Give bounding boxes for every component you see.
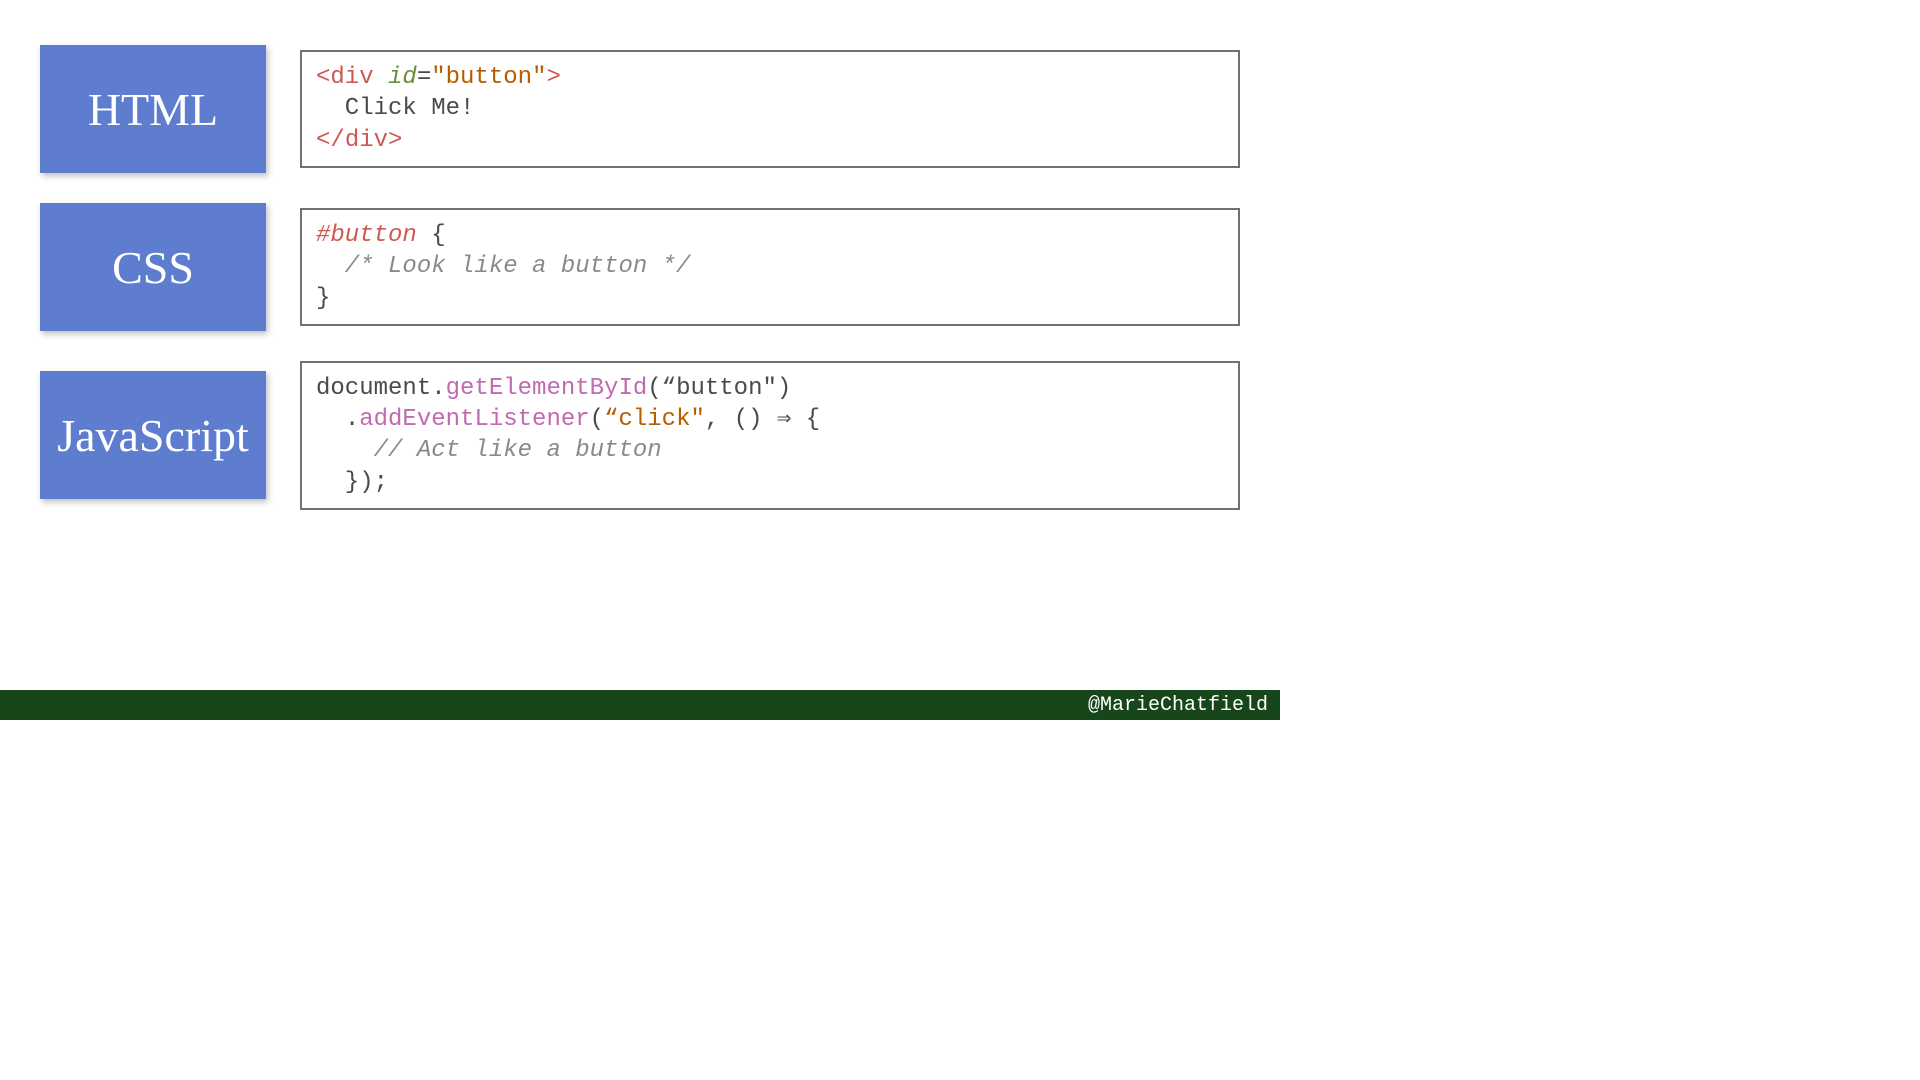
attr-value: "button" [431,64,546,91]
arrow: ⇒ [763,406,806,433]
css-row: CSS #button { /* Look like a button */ } [40,203,1240,331]
css-label-box: CSS [40,203,266,331]
equals: = [417,64,431,91]
css-label: CSS [112,241,194,294]
call: (“button") [647,375,791,402]
css-code-box: #button { /* Look like a button */ } [300,208,1240,326]
comma: , [705,406,734,433]
paren: ( [590,406,604,433]
brace-close: } [316,285,330,312]
js-label: JavaScript [57,409,249,462]
bracket: > [546,64,560,91]
js-row: JavaScript document.getElementById(“butt… [40,361,1240,510]
tag-name: div [330,64,373,91]
dot: . [345,406,359,433]
js-close: }); [316,469,388,496]
css-selector: #button [316,222,417,249]
footer-handle: @MarieChatfield [1088,694,1268,717]
js-method: getElementById [446,375,648,402]
arrow-params: () [734,406,763,433]
slide-content: HTML <div id="button"> Click Me! </div> … [0,0,1280,510]
html-content: Click Me! [316,95,474,122]
js-code-box: document.getElementById(“button") .addEv… [300,361,1240,510]
brace-open: { [417,222,446,249]
css-comment: /* Look like a button */ [316,253,690,280]
js-object: document [316,375,431,402]
arg: “click" [604,406,705,433]
js-method: addEventListener [359,406,589,433]
dot: . [431,375,445,402]
html-label: HTML [88,83,218,136]
close-tag: div [345,127,388,154]
attr-name: id [388,64,417,91]
html-label-box: HTML [40,45,266,173]
js-label-box: JavaScript [40,371,266,499]
bracket: < [316,64,330,91]
js-comment: // Act like a button [316,437,662,464]
close-bracket: </ [316,127,345,154]
footer-bar: @MarieChatfield [0,690,1280,720]
html-row: HTML <div id="button"> Click Me! </div> [40,45,1240,173]
indent [316,406,345,433]
bracket: > [388,127,402,154]
html-code-box: <div id="button"> Click Me! </div> [300,50,1240,168]
brace: { [806,406,820,433]
